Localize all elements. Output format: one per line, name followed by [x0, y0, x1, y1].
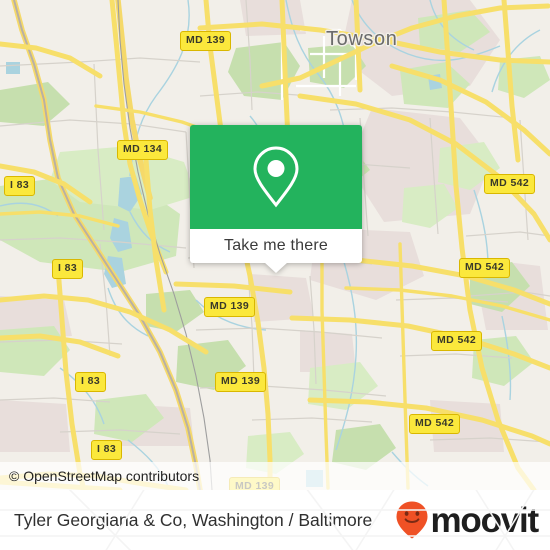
- moovit-brand-logo[interactable]: moovit: [395, 500, 539, 540]
- road-shield-md542: MD 542: [484, 174, 536, 194]
- popup-header: [190, 125, 362, 229]
- moovit-wordmark: moovit: [430, 500, 539, 540]
- bottom-bar: Tyler Georgiana & Co, Washington / Balti…: [0, 490, 550, 550]
- road-shield-i83: I 83: [91, 440, 123, 460]
- location-title: Tyler Georgiana & Co, Washington / Balti…: [14, 509, 373, 530]
- road-shield-md134: MD 134: [117, 140, 169, 160]
- road-shield-md139: MD 139: [215, 372, 267, 392]
- popup-action-bar[interactable]: Take me there: [190, 229, 362, 273]
- road-shield-md542: MD 542: [431, 331, 483, 351]
- map-attribution[interactable]: © OpenStreetMap contributors: [0, 462, 550, 490]
- moovit-smiling-pin-icon: [396, 501, 428, 539]
- road-shield-i83: I 83: [52, 259, 84, 279]
- map-canvas[interactable]: .land { fill:#f2efe9; } .resid { fill:#e…: [0, 0, 550, 490]
- road-shield-md139: MD 139: [180, 31, 232, 51]
- road-shield-i83: I 83: [75, 372, 107, 392]
- road-shield-i83: I 83: [4, 176, 36, 196]
- place-label-towson: Towson: [326, 28, 398, 50]
- location-popup-card[interactable]: Take me there: [190, 125, 362, 273]
- moovit-map-screenshot: .land { fill:#f2efe9; } .resid { fill:#e…: [0, 0, 550, 550]
- map-pin-icon: [253, 146, 299, 208]
- take-me-there-button[interactable]: Take me there: [224, 237, 328, 255]
- popup-tail-pointer: [264, 262, 288, 273]
- road-shield-md139: MD 139: [204, 297, 256, 317]
- road-shield-md542: MD 542: [409, 414, 461, 434]
- road-shield-md542: MD 542: [459, 258, 511, 278]
